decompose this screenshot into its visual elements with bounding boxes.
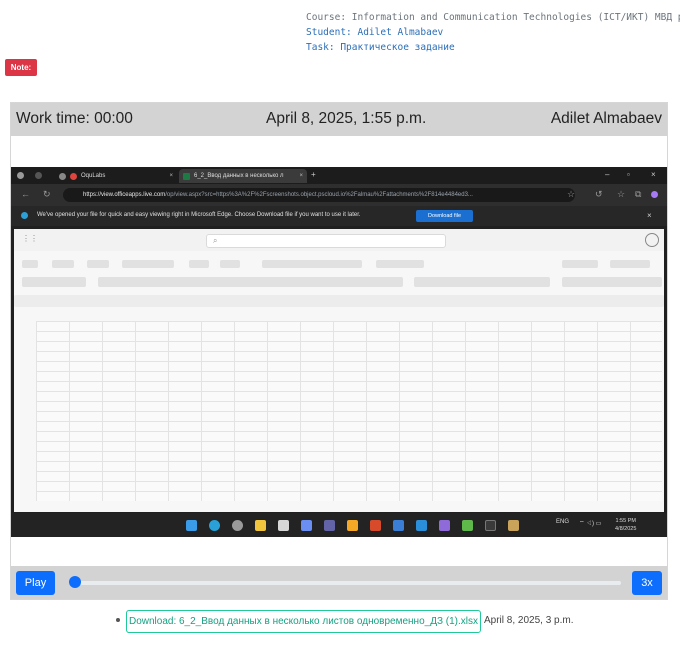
- clock-date: 4/8/2025: [615, 526, 637, 532]
- ribbon-placeholder: [22, 260, 38, 268]
- toolbar-placeholder: [98, 277, 403, 287]
- list-bullet: [116, 618, 120, 622]
- app-icon: [301, 520, 312, 531]
- account-icon: [645, 233, 659, 247]
- player-controls: Play 3x: [11, 566, 667, 599]
- ribbon-placeholder: [220, 260, 240, 268]
- url-field: https://view.officeapps.live.com/op/view…: [63, 188, 575, 202]
- ribbon-placeholder: [376, 260, 424, 268]
- toolbar-placeholder: [414, 277, 550, 287]
- progress-slider[interactable]: [69, 581, 621, 585]
- search-icon: ⌕: [213, 236, 218, 245]
- browser-tab-bar: OquLabs × 6_2_Ввод данных в несколько л …: [11, 167, 667, 184]
- download-file-button: Download file: [416, 210, 473, 222]
- excel-search-box: ⌕: [206, 234, 446, 248]
- course-line: Course: Information and Communication Te…: [306, 12, 680, 23]
- app-icon: [393, 520, 404, 531]
- reload-icon: ↻: [43, 189, 51, 199]
- edge-icon: [209, 520, 220, 531]
- ribbon-placeholder: [87, 260, 109, 268]
- player-header: Work time: 00:00 April 8, 2025, 1:55 p.m…: [11, 103, 667, 136]
- folder-icon: [255, 520, 266, 531]
- favorite-icon: ☆: [567, 189, 576, 199]
- work-time: Work time: 00:00: [16, 110, 133, 127]
- minimize-icon: –: [605, 170, 610, 179]
- windows-taskbar: ENG ⌔ ◁) ▭ 1:55 PM 4/8/2025: [11, 513, 667, 537]
- browser-tab-excel: 6_2_Ввод данных в несколько л ×: [179, 169, 307, 183]
- close-icon: ×: [647, 211, 652, 220]
- app-icon: [508, 520, 519, 531]
- new-tab-icon: +: [311, 170, 316, 179]
- profile-avatar-icon: [17, 172, 24, 179]
- taskbar-clock: 1:55 PM 4/8/2025: [615, 517, 636, 533]
- formula-bar-placeholder: [14, 295, 664, 307]
- maximize-icon: ▫: [627, 170, 630, 179]
- start-icon: [186, 520, 197, 531]
- task-line: Task: Практическое задание: [306, 42, 455, 53]
- store-icon: [278, 520, 289, 531]
- clock-time: 1:55 PM: [615, 518, 636, 524]
- system-tray-icons: ⌔ ◁) ▭: [579, 521, 602, 527]
- vscode-icon: [416, 520, 427, 531]
- tab-label: OquLabs: [81, 173, 106, 179]
- close-icon: ×: [299, 173, 303, 179]
- progress-slider-thumb[interactable]: [69, 576, 81, 588]
- ribbon-placeholder: [562, 260, 598, 268]
- submission-meta: Course: Information and Communication Te…: [306, 10, 680, 55]
- ribbon-placeholder: [122, 260, 174, 268]
- spreadsheet-grid: [36, 321, 662, 501]
- opera-icon: [70, 172, 77, 180]
- url-domain: https://view.officeapps.live.com: [83, 192, 166, 198]
- ribbon-placeholder: [52, 260, 74, 268]
- close-icon: ×: [169, 173, 173, 179]
- download-link[interactable]: Download: 6_2_Ввод данных в несколько ли…: [126, 610, 481, 633]
- tab-label: 6_2_Ввод данных в несколько л: [194, 173, 284, 179]
- copilot-icon: [651, 191, 658, 198]
- student-name: Adilet Almabaev: [550, 110, 662, 127]
- info-message: We've opened your file for quick and eas…: [37, 212, 361, 218]
- app-launcher-icon: ⋮⋮: [22, 234, 38, 243]
- excel-icon: [183, 172, 190, 180]
- session-player: Work time: 00:00 April 8, 2025, 1:55 p.m…: [10, 102, 668, 600]
- browser-address-bar: ← ↻ https://view.officeapps.live.com/op/…: [11, 184, 667, 206]
- download-date: April 8, 2025, 3 p.m.: [484, 615, 574, 626]
- language-indicator: ENG: [556, 519, 570, 525]
- excel-viewer: ⋮⋮ ⌕: [14, 229, 664, 512]
- toolbar-placeholder: [562, 277, 662, 287]
- extensions-icon: ↺: [595, 189, 603, 199]
- app-icon: [370, 520, 381, 531]
- screen-recording-frame: OquLabs × 6_2_Ввод данных в несколько л …: [11, 167, 667, 537]
- student-line: Student: Adilet Almabaev: [306, 27, 444, 38]
- ribbon-placeholder: [262, 260, 362, 268]
- collections-icon: ⧉: [635, 189, 642, 199]
- app-icon: [439, 520, 450, 531]
- globe-icon: [59, 172, 66, 180]
- edge-info-bar: We've opened your file for quick and eas…: [11, 206, 667, 226]
- app-icon: [462, 520, 473, 531]
- note-badge[interactable]: Note:: [5, 59, 37, 76]
- app-icon: [347, 520, 358, 531]
- speed-button[interactable]: 3x: [632, 571, 662, 595]
- settings-icon: [232, 520, 243, 531]
- excel-top-bar: ⋮⋮ ⌕: [14, 229, 664, 251]
- ribbon-placeholder: [189, 260, 209, 268]
- close-window-icon: ×: [651, 170, 656, 179]
- recording-datetime: April 8, 2025, 1:55 p.m.: [266, 110, 427, 127]
- play-button[interactable]: Play: [16, 571, 55, 595]
- back-icon: ←: [21, 189, 30, 199]
- favorites-bar-icon: ☆: [617, 189, 626, 199]
- browser-tab-oqulabs: OquLabs ×: [55, 169, 177, 183]
- teams-icon: [324, 520, 335, 531]
- ribbon-placeholder: [610, 260, 650, 268]
- app-icon: [485, 520, 496, 531]
- toolbar-placeholder: [22, 277, 86, 287]
- url-path: /op/view.aspx?src=https%3A%2F%2Fscreensh…: [165, 192, 473, 198]
- edge-icon: [21, 212, 28, 219]
- workspaces-icon: [35, 172, 42, 179]
